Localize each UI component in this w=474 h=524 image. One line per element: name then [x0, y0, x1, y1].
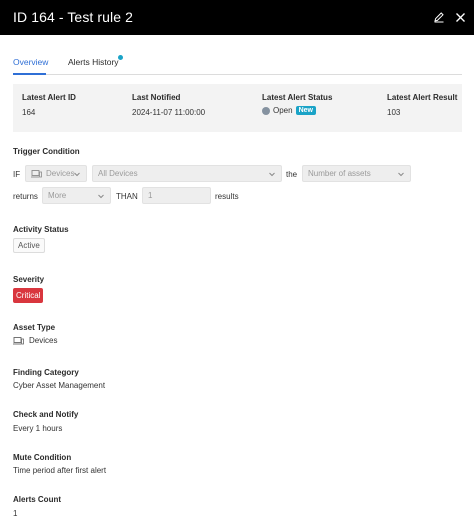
metric-select-placeholder: Number of assets	[308, 169, 371, 178]
check-and-notify-label: Check and Notify	[13, 410, 79, 419]
notification-dot	[118, 55, 123, 60]
finding-category-label: Finding Category	[13, 368, 79, 377]
asset-type-value-row: Devices	[13, 336, 57, 345]
chevron-down-icon	[97, 192, 105, 202]
than-text: THAN	[116, 192, 138, 201]
latest-alert-result-value: 103	[387, 108, 401, 117]
last-notified: Last Notified 2024-11-07 11:00:00	[132, 93, 205, 117]
results-text: results	[215, 192, 239, 201]
finding-category-value: Cyber Asset Management	[13, 381, 106, 390]
mute-condition-label: Mute Condition	[13, 453, 72, 462]
mute-condition-value: Time period after first alert	[13, 466, 107, 475]
last-notified-label: Last Notified	[132, 93, 181, 102]
status-row: Open New	[262, 106, 332, 115]
the-text: the	[286, 170, 298, 179]
latest-alert-id-value: 164	[22, 108, 36, 117]
if-text: IF	[13, 170, 21, 179]
metric-select[interactable]: Number of assets	[302, 165, 411, 182]
active-tab-indicator	[13, 73, 46, 75]
asset-type-value: Devices	[29, 336, 58, 345]
trigger-condition-label: Trigger Condition	[13, 147, 80, 156]
latest-alert-id: Latest Alert ID 164	[22, 93, 76, 117]
comparator-select-value: More	[48, 191, 67, 200]
comparator-select[interactable]: More	[42, 187, 111, 204]
status-dot-icon	[262, 106, 270, 115]
chevron-down-icon	[268, 170, 276, 180]
last-notified-value: 2024-11-07 11:00:00	[132, 108, 206, 117]
device-icon	[31, 169, 42, 178]
check-and-notify-value: Every 1 hours	[13, 424, 63, 433]
severity-badge: Critical	[13, 288, 44, 303]
scope-select[interactable]: All Devices	[92, 165, 282, 182]
latest-alert-status: Latest Alert Status Open New	[262, 93, 332, 115]
entity-select-value: Devices	[46, 169, 75, 178]
latest-alert-id-label: Latest Alert ID	[22, 93, 76, 102]
alert-summary: Latest Alert ID 164 Last Notified 2024-1…	[13, 84, 462, 132]
severity-label: Severity	[13, 275, 45, 284]
scope-select-value: All Devices	[98, 169, 138, 178]
pencil-icon[interactable]	[431, 9, 447, 25]
threshold-input-placeholder: 1	[148, 191, 153, 200]
page-title: ID 164 - Test rule 2	[13, 9, 134, 25]
tab-overview[interactable]: Overview	[13, 57, 48, 67]
chevron-down-icon	[397, 170, 405, 180]
chevron-down-icon	[73, 170, 81, 180]
entity-select[interactable]: Devices	[25, 165, 87, 182]
latest-alert-result: Latest Alert Result 103	[387, 93, 457, 117]
activity-status-label: Activity Status	[13, 225, 69, 234]
alerts-count-label: Alerts Count	[13, 495, 61, 504]
returns-text: returns	[13, 192, 38, 201]
threshold-input[interactable]: 1	[142, 187, 211, 204]
device-icon	[13, 336, 24, 345]
latest-alert-result-label: Latest Alert Result	[387, 93, 458, 102]
status-value: Open	[273, 106, 293, 115]
tab-bar: Overview Alerts History	[13, 50, 462, 75]
latest-alert-status-label: Latest Alert Status	[262, 93, 333, 102]
close-icon[interactable]	[452, 9, 468, 25]
tab-alerts-history[interactable]: Alerts History	[68, 57, 119, 67]
alerts-count-value: 1	[13, 509, 18, 518]
asset-type-label: Asset Type	[13, 323, 56, 332]
activity-status-chip: Active	[13, 238, 45, 253]
new-badge: New	[295, 106, 316, 115]
panel-header: ID 164 - Test rule 2	[0, 0, 474, 35]
